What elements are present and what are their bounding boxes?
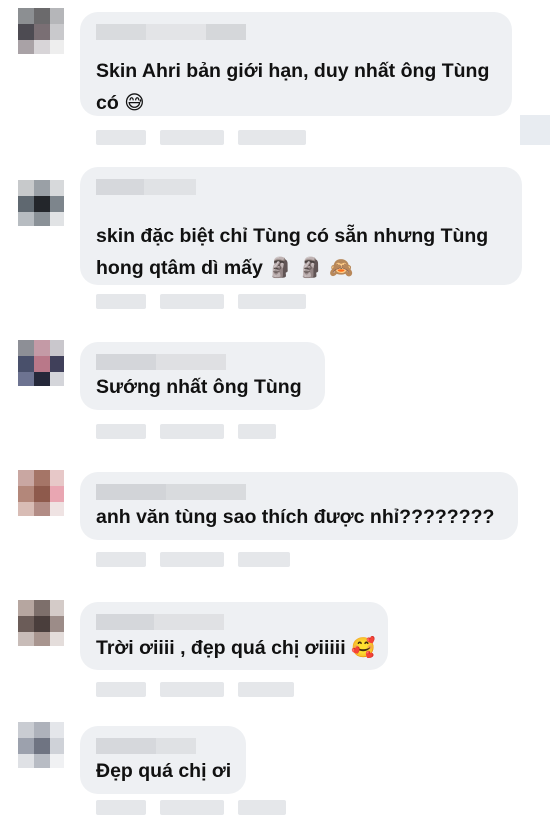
comment-text: Đẹp quá chị ơi [96,760,232,782]
comment-actions-blurred[interactable] [96,294,306,309]
avatar[interactable] [18,600,64,646]
author-name-blurred[interactable] [96,354,226,370]
author-name-blurred[interactable] [96,614,224,630]
comment-bubble: Đẹp quá chị ơi [80,726,246,794]
author-name-blurred[interactable] [96,24,246,40]
comment-text: Skin Ahri bản giới hạn, duy nhất ông Tùn… [96,60,490,114]
comment-text: Trời ơiiii , đẹp quá chị ơiiiii 🥰 [96,636,376,659]
edge-fragment [520,115,550,145]
comment-actions-blurred[interactable] [96,424,276,439]
comment-actions-blurred[interactable] [96,130,306,145]
comment-bubble: Sướng nhất ông Tùng [80,342,325,410]
comment-bubble: Trời ơiiii , đẹp quá chị ơiiiii 🥰 [80,602,388,670]
avatar[interactable] [18,180,64,226]
comment-actions-blurred[interactable] [96,800,286,815]
comment-bubble: anh văn tùng sao thích được nhỉ???????? [80,472,518,540]
author-name-blurred[interactable] [96,738,196,754]
smiling-face-with-hearts-icon: 🥰 [351,636,376,659]
avatar[interactable] [18,470,64,516]
comment-bubble: skin đặc biệt chỉ Tùng có sẵn nhưng Tùng… [80,167,522,285]
comment-text: Sướng nhất ông Tùng [96,376,302,398]
avatar[interactable] [18,340,64,386]
comment-actions-blurred[interactable] [96,552,290,567]
sweat-smile-emoji-icon: 😅 [124,91,145,114]
avatar[interactable] [18,8,64,54]
author-name-blurred[interactable] [96,484,246,500]
author-name-blurred[interactable] [96,179,196,195]
moai-moai-see-no-evil-emoji-icon: 🗿 🗿 🙈 [268,256,354,279]
comment-actions-blurred[interactable] [96,682,294,697]
comment-text: skin đặc biệt chỉ Tùng có sẵn nhưng Tùng… [96,225,489,279]
comment-bubble: Skin Ahri bản giới hạn, duy nhất ông Tùn… [80,12,512,116]
avatar[interactable] [18,722,64,768]
comment-text: anh văn tùng sao thích được nhỉ???????? [96,506,495,528]
